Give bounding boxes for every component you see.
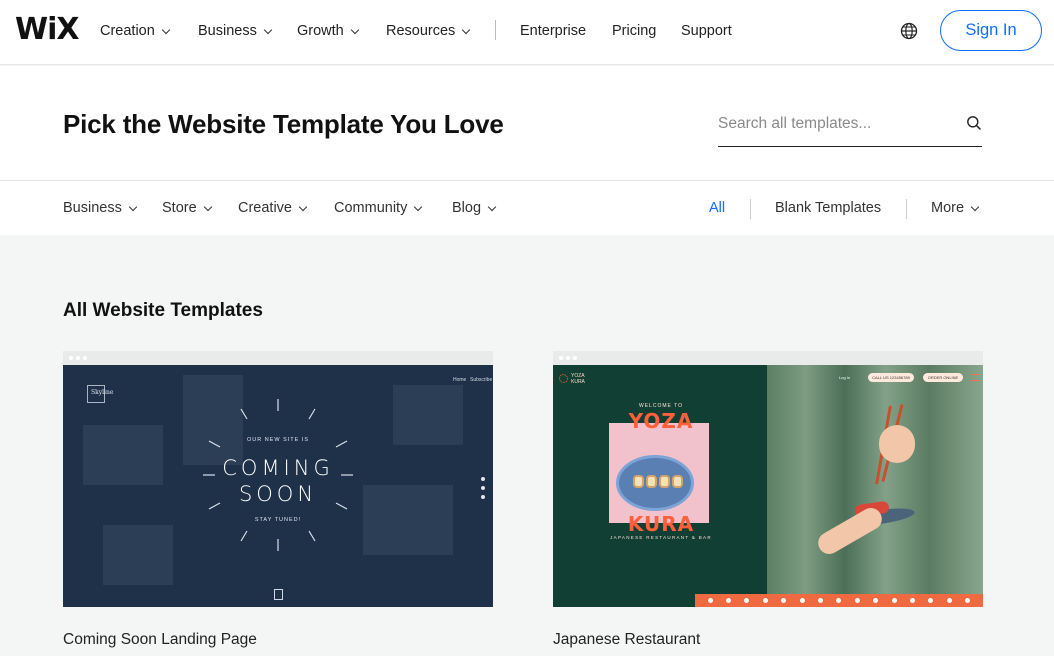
chevron-down-icon [970,202,980,211]
category-community[interactable]: Community [334,200,423,216]
template-thumbnail[interactable]: Skyline Home Subscribe OUR NEW SITE IS C… [63,365,493,607]
category-label: Creative [238,200,292,216]
nav-resources[interactable]: Resources [386,22,471,40]
preview-login: Log In [839,375,851,380]
search-icon[interactable] [966,115,982,131]
template-search [718,110,982,147]
category-store[interactable]: Store [162,200,212,216]
nav-growth[interactable]: Growth [297,22,359,40]
category-creative[interactable]: Creative [238,200,308,216]
browser-dots [69,356,87,360]
preview-headline-1: COMING [222,456,334,480]
category-label: More [931,200,965,216]
preview-brand: YOZA KURA [571,373,585,385]
template-name[interactable]: Coming Soon Landing Page [63,631,257,649]
preview-headline-2: SOON [238,482,318,506]
preview-order-button: ORDER ONLINE [923,373,963,382]
chevron-down-icon [487,202,497,211]
category-label: Community [334,200,408,216]
nav-divider [495,20,496,40]
nav-support[interactable]: Support [681,22,732,40]
nav-business[interactable]: Business [198,22,273,40]
chevron-down-icon [298,202,308,211]
preview-title-1: YOZA [628,409,694,433]
nav-growth-label: Growth [297,23,344,39]
search-input[interactable] [718,112,948,136]
browser-bar [553,351,983,365]
nav-creation-label: Creation [100,23,155,39]
facebook-icon [481,477,485,481]
globe-icon[interactable] [900,22,918,40]
preview-subline: STAY TUNED! [254,517,302,523]
hand-top [879,425,915,463]
template-card-coming-soon[interactable]: Skyline Home Subscribe OUR NEW SITE IS C… [63,351,493,648]
icon-strip [695,594,983,607]
page-title: Pick the Website Template You Love [63,109,504,139]
restaurant-logo-icon [559,374,568,383]
preview-brand: Skyline [91,389,114,396]
sushi-piece [633,475,644,488]
preview-call-button: CALL US 123456789 [868,373,914,382]
category-blank-templates[interactable]: Blank Templates [775,200,881,216]
chevron-down-icon [161,25,171,34]
template-name[interactable]: Japanese Restaurant [553,631,700,649]
nav-pricing[interactable]: Pricing [612,22,656,40]
wix-logo[interactable]: WiX [15,14,80,46]
nav-creation[interactable]: Creation [100,22,171,40]
menu-icon [971,374,979,381]
chevron-down-icon [203,202,212,211]
preview-tagline: OUR NEW SITE IS [246,437,310,443]
category-label: Business [63,200,122,216]
category-bar: Business Store Creative Community Blog A… [0,181,1054,235]
section-title: All Website Templates [63,300,263,321]
scroll-down-icon [274,589,283,600]
preview-nav-subscribe: Subscribe [470,377,493,383]
browser-dots [559,356,577,360]
nav-business-label: Business [198,23,257,39]
browser-bar [63,351,493,365]
category-divider [750,199,751,219]
sushi-piece [659,475,670,488]
preview-nav-home: Home [453,377,467,383]
nav-resources-label: Resources [386,23,456,39]
sushi-piece [646,475,657,488]
preview-title-2: KURA [627,512,695,536]
preview-subtitle: JAPANESE RESTAURANT & BAR [610,535,712,540]
category-blog[interactable]: Blog [452,200,497,216]
nav-enterprise[interactable]: Enterprise [520,22,586,40]
category-label: Blog [452,200,482,216]
category-divider [906,199,907,219]
preview-brand-2: KURA [571,379,585,385]
curtain-photo [767,365,983,607]
sign-in-button[interactable]: Sign In [940,10,1042,51]
chevron-down-icon [462,25,471,34]
template-thumbnail[interactable]: YOZA KURA WELCOME TO YOZA KURA JAPANESE … [553,365,983,607]
category-all[interactable]: All [709,200,725,216]
instagram-icon [481,495,485,499]
top-navigation: WiX Creation Business Growth Resources E… [0,0,1054,65]
twitter-icon [481,486,485,490]
category-label: Store [162,200,197,216]
chevron-down-icon [350,25,359,34]
chevron-down-icon [263,25,273,34]
template-card-japanese-restaurant[interactable]: YOZA KURA WELCOME TO YOZA KURA JAPANESE … [553,351,983,648]
category-more[interactable]: More [931,200,980,216]
chevron-down-icon [128,202,138,211]
hero-section: Pick the Website Template You Love [0,66,1054,181]
chevron-down-icon [414,202,423,211]
sushi-piece [672,475,683,488]
category-business[interactable]: Business [63,200,138,216]
